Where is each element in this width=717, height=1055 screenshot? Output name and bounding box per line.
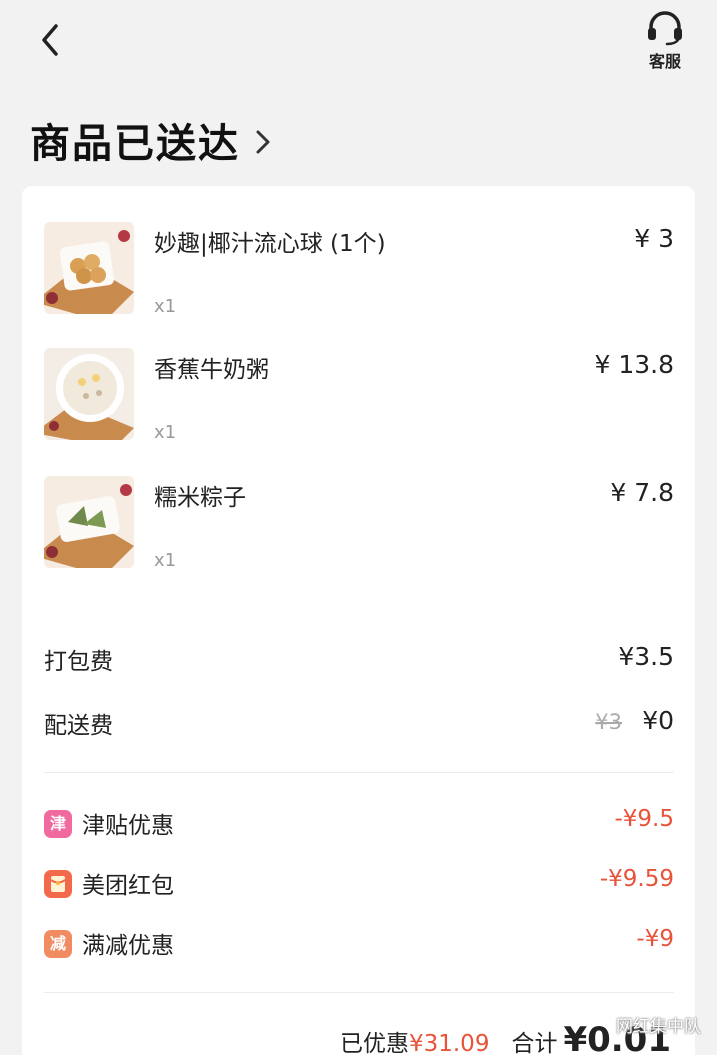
delivery-fee-original: ¥3 — [595, 710, 622, 734]
allowance-discount-row[interactable]: 津 津贴优惠 -¥9.5 — [44, 804, 674, 844]
red-packet-discount-row[interactable]: 美团红包 -¥9.59 — [44, 864, 674, 904]
delivery-fee-label: 配送费 — [44, 713, 113, 739]
top-bar: 客服 — [0, 0, 717, 95]
item-image-coconut-balls — [44, 222, 134, 314]
item-quantity: x1 — [154, 550, 177, 571]
allowance-badge-icon: 津 — [44, 810, 72, 838]
full-reduction-discount-row[interactable]: 减 满减优惠 -¥9 — [44, 924, 674, 964]
item-name: 妙趣|椰汁流心球 (1个) — [154, 231, 386, 257]
packing-fee-row: 打包费 ¥3.5 — [44, 642, 674, 682]
order-detail-card: 妙趣|椰汁流心球 (1个) x1 ¥ 3 香蕉牛奶粥 x1 ¥ 13.8 糯米粽… — [22, 186, 695, 1055]
discount-value: -¥9 — [636, 926, 674, 952]
packing-fee-label: 打包费 — [44, 649, 113, 675]
delivery-fee-value: ¥0 — [642, 706, 674, 735]
divider — [44, 772, 674, 773]
back-button[interactable] — [32, 18, 72, 62]
discount-label: 津贴优惠 — [82, 813, 174, 839]
order-item[interactable]: 香蕉牛奶粥 x1 ¥ 13.8 — [44, 348, 674, 448]
packing-fee-value: ¥3.5 — [618, 642, 674, 671]
item-name: 糯米粽子 — [154, 485, 246, 511]
red-envelope-icon — [44, 870, 72, 898]
saved-label: 已优惠 — [339, 1031, 409, 1055]
item-price: ¥ 13.8 — [594, 350, 674, 379]
chevron-left-icon — [42, 24, 58, 56]
discount-value: -¥9.59 — [599, 866, 674, 892]
discount-value: -¥9.5 — [614, 806, 674, 832]
discount-label: 满减优惠 — [82, 933, 174, 959]
item-price: ¥ 7.8 — [610, 478, 674, 507]
item-price: ¥ 3 — [634, 224, 674, 253]
delivery-fee-row: 配送费 ¥3 ¥0 — [44, 706, 674, 746]
discount-label: 美团红包 — [82, 873, 174, 899]
divider — [44, 992, 674, 993]
watermark: 网红集中队 — [616, 1012, 701, 1037]
customer-service-button[interactable]: 客服 — [632, 10, 698, 74]
watermark-text: 网红集中队 — [616, 1017, 701, 1037]
customer-service-label: 客服 — [648, 52, 681, 71]
order-item[interactable]: 糯米粽子 x1 ¥ 7.8 — [44, 476, 674, 576]
chevron-right-icon — [256, 130, 270, 154]
item-image-banana-milk-porridge — [44, 348, 134, 440]
order-item[interactable]: 妙趣|椰汁流心球 (1个) x1 ¥ 3 — [44, 222, 674, 322]
item-image-rice-dumpling — [44, 476, 134, 568]
item-name: 香蕉牛奶粥 — [154, 357, 269, 383]
item-quantity: x1 — [154, 296, 177, 317]
saved-value: ¥31.09 — [408, 1031, 490, 1055]
headset-icon — [648, 11, 682, 46]
reduction-badge-icon: 减 — [44, 930, 72, 958]
item-quantity: x1 — [154, 422, 177, 443]
order-status-title[interactable]: 商品已送达 — [30, 112, 272, 168]
total-label: 合计 — [511, 1031, 558, 1055]
status-text: 商品已送达 — [30, 121, 240, 167]
